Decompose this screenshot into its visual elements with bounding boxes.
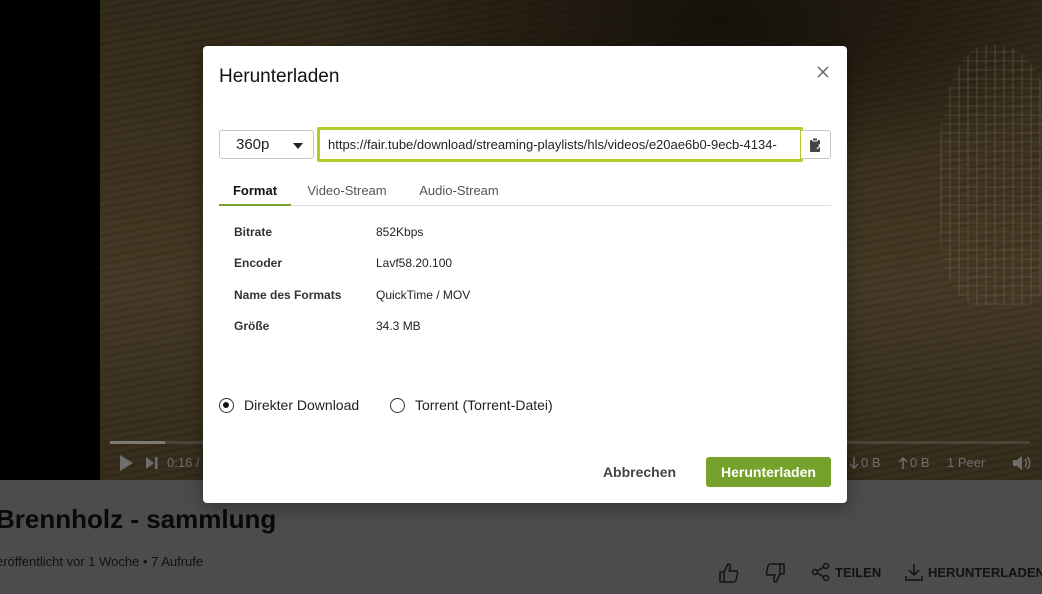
info-value: 34.3 MB (376, 319, 421, 333)
tab-bar: Format Video-Stream Audio-Stream (219, 176, 831, 206)
modal-title: Herunterladen (219, 66, 340, 87)
resolution-select[interactable]: 360p (219, 130, 314, 159)
download-url-input[interactable] (317, 127, 803, 162)
info-label: Größe (234, 319, 270, 333)
cancel-button[interactable]: Abbrechen (597, 457, 682, 487)
download-modal: Herunterladen 360p Format Video-Stream A… (203, 46, 847, 503)
close-icon (817, 66, 829, 78)
download-button[interactable]: Herunterladen (706, 457, 831, 487)
info-value: QuickTime / MOV (376, 288, 471, 302)
tab-format[interactable]: Format (219, 176, 291, 206)
chevron-down-icon (293, 143, 303, 149)
clipboard-icon (809, 137, 822, 152)
tab-audio-stream[interactable]: Audio-Stream (411, 176, 507, 206)
info-label: Encoder (234, 256, 283, 270)
info-value: 852Kbps (376, 225, 424, 239)
tab-video-stream[interactable]: Video-Stream (301, 176, 393, 206)
resolution-value: 360p (236, 136, 270, 153)
radio-button[interactable] (390, 397, 405, 413)
radio-torrent[interactable]: Torrent (Torrent-Datei) (390, 397, 553, 413)
info-value: Lavf58.20.100 (376, 256, 453, 270)
info-label: Bitrate (234, 225, 273, 239)
copy-button[interactable] (801, 130, 831, 159)
radio-label: Direkter Download (244, 397, 360, 413)
radio-direct-download[interactable]: Direkter Download (219, 397, 359, 413)
info-label: Name des Formats (234, 288, 342, 302)
close-button[interactable] (813, 62, 833, 82)
radio-button-checked[interactable] (219, 397, 234, 413)
radio-label: Torrent (Torrent-Datei) (415, 397, 553, 413)
